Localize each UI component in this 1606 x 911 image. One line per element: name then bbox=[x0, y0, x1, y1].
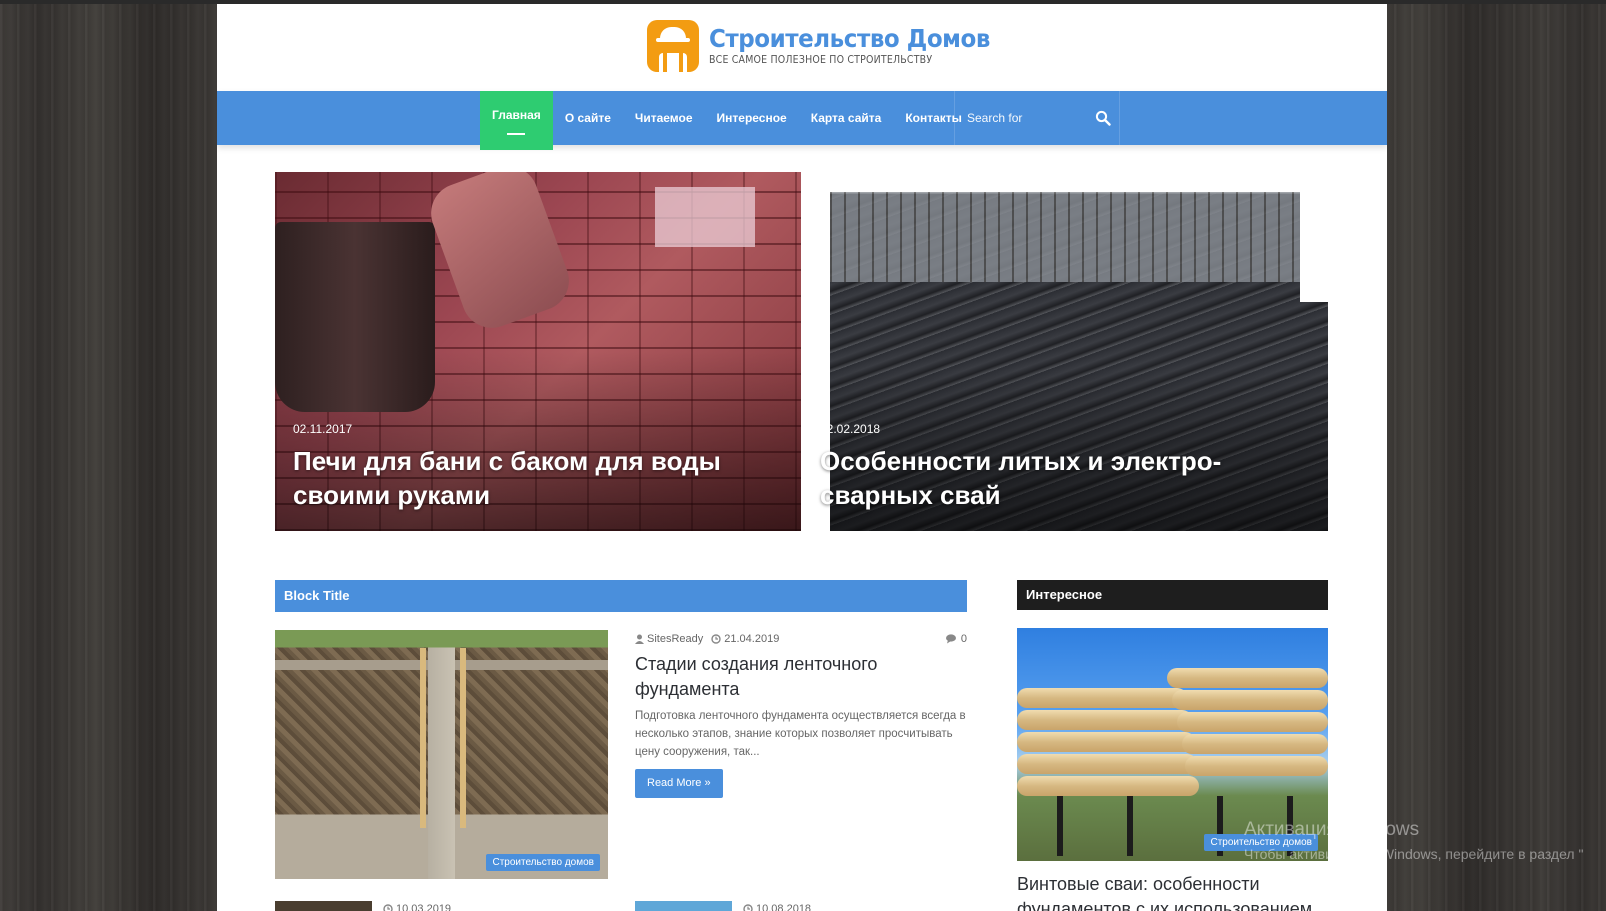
clock-icon bbox=[743, 904, 753, 911]
site-logo[interactable]: Строительство Домов ВСЕ САМОЕ ПОЛЕЗНОЕ П… bbox=[647, 20, 1014, 72]
main-nav: Главная О сайте Читаемое Интересное Карт… bbox=[217, 91, 1387, 150]
small-post-date: 10.03.2019 bbox=[383, 903, 451, 911]
post-thumbnail[interactable]: Строительство домов bbox=[275, 630, 608, 879]
site-header: Строительство Домов ВСЕ САМОЕ ПОЛЕЗНОЕ П… bbox=[217, 4, 1387, 91]
site-subtitle: ВСЕ САМОЕ ПОЛЕЗНОЕ ПО СТРОИТЕЛЬСТВУ bbox=[709, 54, 933, 66]
nav-search bbox=[954, 91, 1120, 145]
nav-item-home[interactable]: Главная bbox=[480, 91, 553, 150]
read-more-button[interactable]: Read More » bbox=[635, 769, 723, 798]
sidebar-post-title[interactable]: Винтовые сваи: особенности фундаментов с… bbox=[1017, 872, 1328, 911]
nav-item-popular[interactable]: Читаемое bbox=[623, 91, 705, 145]
search-input[interactable] bbox=[955, 91, 1085, 145]
site-title: Строительство Домов bbox=[709, 24, 990, 53]
small-post-date: 10.08.2018 bbox=[743, 903, 811, 911]
nav-item-interesting[interactable]: Интересное bbox=[705, 91, 799, 145]
block-title: Block Title bbox=[275, 580, 967, 612]
windows-activation-title: Активация Windows bbox=[1244, 819, 1420, 840]
post-comments[interactable]: 0 bbox=[945, 633, 967, 645]
nav-menu: Главная О сайте Читаемое Интересное Карт… bbox=[480, 91, 974, 150]
post-author[interactable]: SitesReady bbox=[635, 633, 703, 645]
post-meta: SitesReady 21.04.2019 0 bbox=[635, 633, 967, 645]
user-icon bbox=[635, 634, 644, 644]
sidebar-title: Интересное bbox=[1017, 580, 1328, 610]
hero-slide[interactable]: 02.02.2018 Особенности литых и электро-с… bbox=[802, 172, 1328, 531]
category-badge[interactable]: Строительство домов bbox=[486, 854, 600, 871]
search-icon[interactable] bbox=[1095, 110, 1111, 126]
hero-date: 02.11.2017 bbox=[293, 422, 353, 436]
windows-activation-text: Чтобы активировать Windows, перейдите в … bbox=[1244, 846, 1584, 862]
small-post-thumbnail[interactable] bbox=[635, 901, 732, 911]
clock-icon bbox=[711, 634, 721, 644]
comments-icon bbox=[945, 634, 956, 644]
nav-item-sitemap[interactable]: Карта сайта bbox=[799, 91, 894, 145]
hero-date: 02.02.2018 bbox=[820, 422, 881, 436]
hero-slide[interactable]: 02.11.2017 Печи для бани с баком для вод… bbox=[275, 172, 801, 531]
post-title[interactable]: Стадии создания ленточного фундамента bbox=[635, 652, 935, 702]
builder-logo-icon bbox=[647, 20, 699, 72]
post-date: 21.04.2019 bbox=[711, 633, 779, 645]
nav-item-about[interactable]: О сайте bbox=[553, 91, 623, 145]
site-page: Строительство Домов ВСЕ САМОЕ ПОЛЕЗНОЕ П… bbox=[217, 4, 1387, 911]
clock-icon bbox=[383, 904, 393, 911]
small-post-thumbnail[interactable] bbox=[275, 901, 372, 911]
hero-title[interactable]: Особенности литых и электро-сварных свай bbox=[820, 444, 1310, 512]
hero-title[interactable]: Печи для бани с баком для воды своими ру… bbox=[293, 444, 783, 512]
logo-text: Строительство Домов ВСЕ САМОЕ ПОЛЕЗНОЕ П… bbox=[709, 25, 1014, 67]
post-excerpt: Подготовка ленточного фундамента осущест… bbox=[635, 710, 966, 758]
